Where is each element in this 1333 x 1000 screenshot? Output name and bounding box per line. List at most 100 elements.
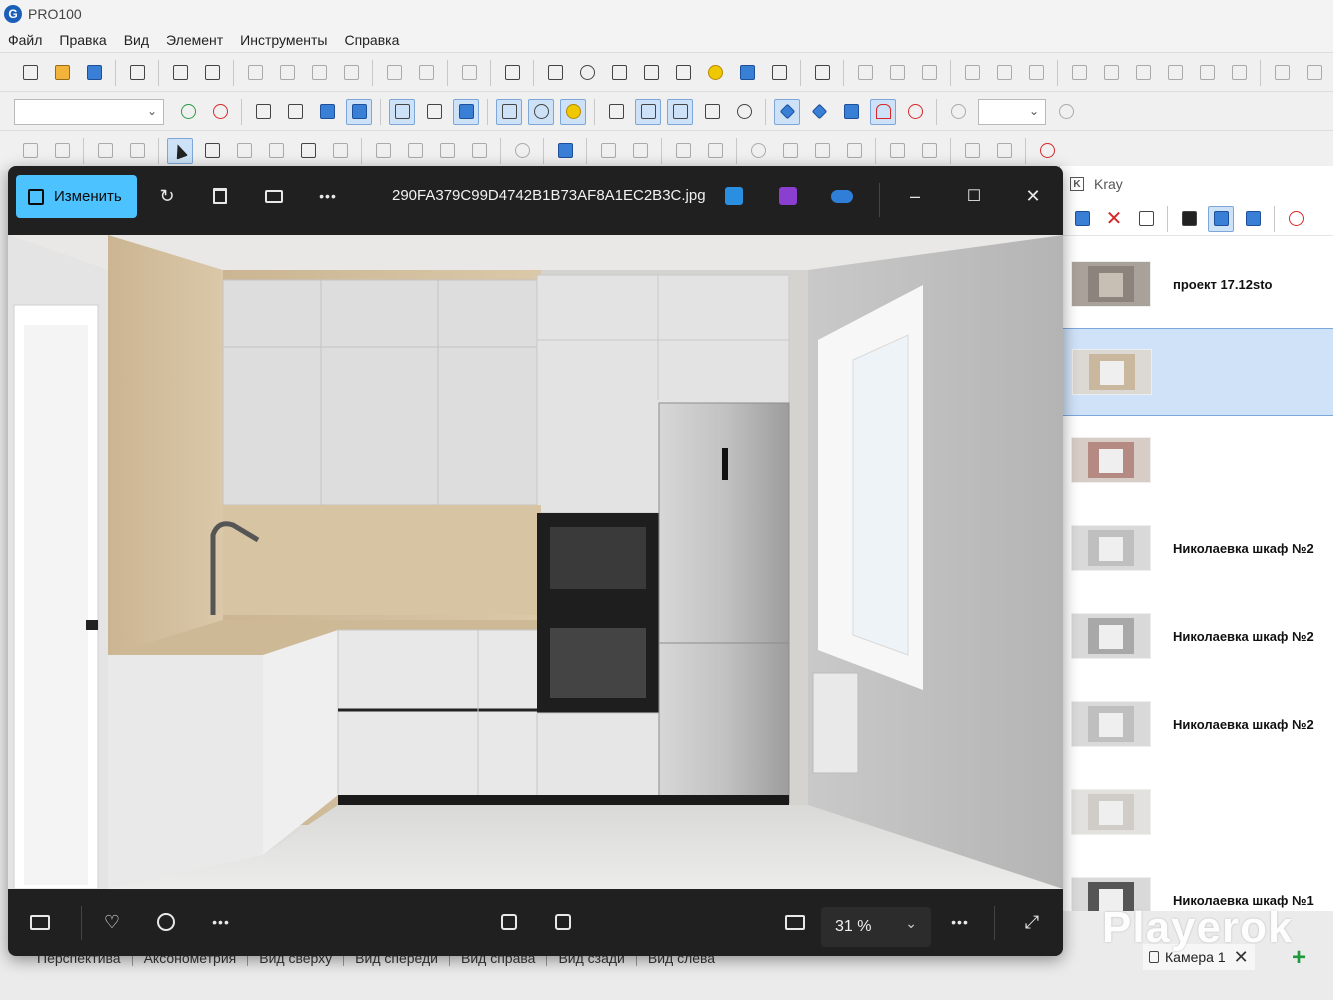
sum-icon[interactable] bbox=[809, 60, 835, 86]
layout-icon[interactable] bbox=[402, 138, 428, 164]
paste-icon[interactable] bbox=[306, 60, 332, 86]
layers-icon[interactable] bbox=[670, 60, 696, 86]
menu-view[interactable]: Вид bbox=[124, 32, 149, 48]
menu-element[interactable]: Элемент bbox=[166, 32, 223, 48]
align-rows-icon[interactable] bbox=[17, 138, 43, 164]
scale-icon[interactable] bbox=[841, 138, 867, 164]
rotate-icon[interactable] bbox=[745, 138, 771, 164]
more-icon[interactable]: ••• bbox=[948, 910, 972, 934]
menu-edit[interactable]: Правка bbox=[59, 32, 106, 48]
align-rows-icon[interactable] bbox=[49, 138, 75, 164]
cube-solid-icon[interactable] bbox=[453, 98, 479, 125]
cube-shaded-icon[interactable] bbox=[314, 99, 340, 125]
snap-point-icon[interactable] bbox=[774, 98, 800, 125]
menu-help[interactable]: Справка bbox=[344, 32, 399, 48]
info-icon[interactable] bbox=[154, 910, 178, 934]
zoom-out-icon[interactable] bbox=[945, 99, 971, 125]
list-item[interactable] bbox=[1060, 416, 1333, 504]
render-window-icon[interactable] bbox=[1176, 206, 1202, 232]
minimize-icon[interactable]: – bbox=[903, 184, 927, 208]
rotate-icon[interactable]: ↻ bbox=[155, 184, 179, 208]
align-left-icon[interactable] bbox=[1269, 60, 1295, 86]
eye-icon[interactable] bbox=[731, 99, 757, 125]
crop-icon[interactable] bbox=[1133, 206, 1159, 232]
dimensions-icon[interactable] bbox=[496, 98, 522, 125]
text-scan-icon[interactable] bbox=[551, 910, 575, 934]
group-icon[interactable] bbox=[552, 138, 578, 164]
grid-view-icon[interactable] bbox=[1208, 205, 1234, 232]
add-material-icon[interactable] bbox=[175, 99, 201, 125]
align-bottom-icon[interactable] bbox=[1130, 60, 1156, 86]
ungroup-icon[interactable] bbox=[595, 138, 621, 164]
distribute-icon[interactable] bbox=[991, 60, 1017, 86]
layout-icon[interactable] bbox=[466, 138, 492, 164]
clipchamp-icon[interactable] bbox=[776, 184, 800, 208]
layout-icon[interactable] bbox=[370, 138, 396, 164]
align-middle-icon[interactable] bbox=[1098, 60, 1124, 86]
align-cols-icon[interactable] bbox=[92, 138, 118, 164]
frame-icon[interactable] bbox=[638, 60, 664, 86]
fullscreen-icon[interactable]: ⤢ bbox=[1020, 910, 1044, 934]
crosshair-icon[interactable] bbox=[1034, 138, 1060, 164]
menu-tools[interactable]: Инструменты bbox=[240, 32, 327, 48]
properties-icon[interactable] bbox=[499, 60, 525, 86]
insert-icon[interactable] bbox=[231, 138, 257, 164]
snap-angle-icon[interactable] bbox=[838, 99, 864, 125]
align-cols-icon[interactable] bbox=[124, 138, 150, 164]
rotate-icon[interactable] bbox=[1226, 60, 1252, 86]
power-icon[interactable] bbox=[1283, 206, 1309, 232]
align-center-h-icon[interactable] bbox=[884, 60, 910, 86]
insert-icon[interactable] bbox=[199, 138, 225, 164]
cube-textured-icon[interactable] bbox=[346, 98, 372, 125]
list-item[interactable]: Николаевка шкаф №2 bbox=[1060, 592, 1333, 680]
rotate-right-icon[interactable] bbox=[702, 138, 728, 164]
trash-icon[interactable] bbox=[208, 184, 232, 208]
material-select[interactable]: ⌄ bbox=[14, 98, 164, 125]
settings-file-icon[interactable] bbox=[124, 60, 150, 86]
sun-icon[interactable] bbox=[702, 60, 728, 86]
cursor-icon[interactable] bbox=[167, 137, 193, 164]
print-preview-icon[interactable] bbox=[199, 60, 225, 86]
maximize-icon[interactable]: ☐ bbox=[962, 184, 986, 208]
undo-icon[interactable] bbox=[381, 60, 407, 86]
save-icon[interactable] bbox=[1069, 206, 1095, 232]
cube-outline-icon[interactable] bbox=[282, 99, 308, 125]
list-item[interactable] bbox=[1060, 328, 1333, 416]
rotate-icon[interactable] bbox=[1194, 60, 1220, 86]
rotate-left-icon[interactable] bbox=[670, 138, 696, 164]
align-top-icon[interactable] bbox=[1066, 60, 1092, 86]
menu-file[interactable]: Файл bbox=[8, 32, 42, 48]
delete-icon[interactable] bbox=[338, 60, 364, 86]
fit-to-window-icon[interactable] bbox=[783, 910, 807, 934]
library-icon[interactable] bbox=[542, 60, 568, 86]
close-icon[interactable]: ✕ bbox=[1101, 206, 1127, 232]
show-icon[interactable] bbox=[959, 138, 985, 164]
move-icon[interactable] bbox=[777, 138, 803, 164]
target-icon[interactable] bbox=[902, 99, 928, 125]
distribute-icon[interactable] bbox=[959, 60, 985, 86]
label-icon[interactable] bbox=[635, 98, 661, 125]
add-tab-button[interactable]: + bbox=[1292, 944, 1306, 972]
filmstrip-icon[interactable] bbox=[28, 910, 52, 934]
print-icon[interactable] bbox=[167, 60, 193, 86]
zoom-region-icon[interactable] bbox=[509, 138, 535, 164]
light-bulb-icon[interactable] bbox=[560, 98, 586, 125]
edit-button[interactable]: Изменить bbox=[16, 175, 137, 218]
more-icon[interactable]: ••• bbox=[209, 910, 233, 934]
eyedropper-icon[interactable] bbox=[295, 138, 321, 164]
heart-icon[interactable]: ♡ bbox=[100, 910, 124, 934]
list-view-icon[interactable] bbox=[1240, 206, 1266, 232]
gear-icon[interactable] bbox=[456, 60, 482, 86]
search-icon[interactable] bbox=[574, 60, 600, 86]
list-item[interactable]: Николаевка шкаф №2 bbox=[1060, 504, 1333, 592]
rotate-icon[interactable] bbox=[1162, 60, 1188, 86]
report-icon[interactable] bbox=[766, 60, 792, 86]
layout-icon[interactable] bbox=[434, 138, 460, 164]
snap-edge-icon[interactable] bbox=[806, 99, 832, 125]
distribute-icon[interactable] bbox=[1023, 60, 1049, 86]
list-item[interactable]: проект 17.12sto bbox=[1060, 240, 1333, 328]
align-right-icon[interactable] bbox=[1301, 60, 1327, 86]
tag-icon[interactable] bbox=[603, 99, 629, 125]
ungroup-icon[interactable] bbox=[627, 138, 653, 164]
zoom-in-icon[interactable] bbox=[1053, 99, 1079, 125]
